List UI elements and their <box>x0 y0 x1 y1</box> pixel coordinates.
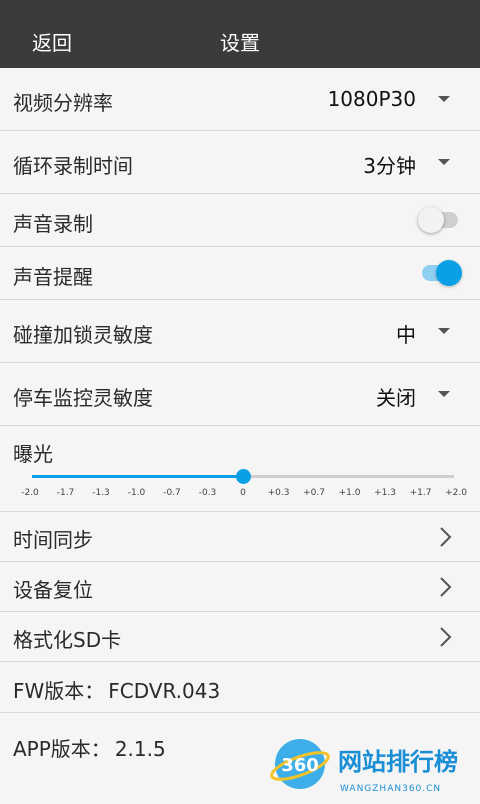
setting-resolution[interactable]: 视频分辨率 1080P30 <box>0 68 480 131</box>
app-version-text: APP版本： 2.1.5 <box>13 733 166 762</box>
dropdown-arrow-icon[interactable] <box>438 96 450 102</box>
setting-label: 声音录制 <box>13 212 93 236</box>
page-title: 设置 <box>220 31 260 55</box>
watermark-number: 360 <box>281 755 319 776</box>
exposure-tick-label: +0.3 <box>267 488 290 498</box>
exposure-tick-label: 0 <box>240 488 246 498</box>
setting-parking-sensitivity[interactable]: 停车监控灵敏度 关闭 <box>0 363 480 426</box>
watermark-graphic: 360 网站排行榜 WANGZHAN360.CN <box>270 739 458 794</box>
app-version-value: 2.1.5 <box>114 737 166 761</box>
setting-format-sd[interactable]: 格式化SD卡 <box>0 612 480 662</box>
setting-collision-sensitivity[interactable]: 碰撞加锁灵敏度 中 <box>0 300 480 363</box>
exposure-tick-label: +0.7 <box>303 488 325 498</box>
setting-label: 碰撞加锁灵敏度 <box>13 323 153 347</box>
toggle-knob <box>418 207 444 233</box>
exposure-tick-label: -0.3 <box>198 488 217 498</box>
exposure-slider-fill <box>32 475 243 478</box>
exposure-slider-thumb[interactable] <box>236 469 251 484</box>
exposure-tick-label: +1.3 <box>374 488 396 498</box>
chevron-right-icon <box>440 627 452 647</box>
exposure-tick-label: -1.3 <box>92 488 110 498</box>
setting-label: 视频分辨率 <box>13 91 113 115</box>
audio-prompt-toggle[interactable] <box>418 260 462 286</box>
exposure-tick-label: -1.7 <box>56 488 75 498</box>
exposure-tick-label: -2.0 <box>21 488 39 498</box>
chevron-right-icon <box>440 577 452 597</box>
resolution-value: 1080P30 <box>327 87 416 111</box>
setting-time-sync[interactable]: 时间同步 <box>0 512 480 562</box>
setting-label: 曝光 <box>13 442 53 466</box>
parking-sensitivity-value: 关闭 <box>376 386 416 410</box>
toggle-knob <box>436 260 462 286</box>
audio-record-toggle[interactable] <box>418 207 462 233</box>
dropdown-arrow-icon[interactable] <box>438 328 450 334</box>
dropdown-arrow-icon[interactable] <box>438 391 450 397</box>
dropdown-arrow-icon[interactable] <box>438 159 450 165</box>
fw-version-text: FW版本： FCDVR.043 <box>13 675 220 704</box>
exposure-tick-label: -0.7 <box>163 488 181 498</box>
fw-version-row: FW版本： FCDVR.043 <box>0 662 480 713</box>
exposure-tick-label: +2.0 <box>445 488 467 498</box>
watermark-brand: 网站排行榜 <box>338 748 458 776</box>
setting-label: 设备复位 <box>13 578 93 602</box>
watermark-logo: 360 网站排行榜 WANGZHAN360.CN <box>270 736 480 800</box>
loop-record-value: 3分钟 <box>363 154 416 178</box>
setting-label: 循环录制时间 <box>13 154 133 178</box>
setting-audio-record: 声音录制 <box>0 194 480 247</box>
setting-label: 格式化SD卡 <box>13 628 122 652</box>
setting-label: 声音提醒 <box>13 265 93 289</box>
setting-label: 停车监控灵敏度 <box>13 386 153 410</box>
setting-device-reset[interactable]: 设备复位 <box>0 562 480 612</box>
setting-label: 时间同步 <box>13 528 93 552</box>
title-bar: 返回 设置 <box>0 0 480 68</box>
setting-audio-prompt: 声音提醒 <box>0 247 480 300</box>
exposure-tick-label: +1.7 <box>409 488 432 498</box>
watermark-url: WANGZHAN360.CN <box>340 784 441 794</box>
app-version-label: APP版本： <box>13 737 111 761</box>
fw-version-value: FCDVR.043 <box>108 679 221 703</box>
setting-loop-record[interactable]: 循环录制时间 3分钟 <box>0 131 480 194</box>
exposure-tick-label: -1.0 <box>127 488 146 498</box>
exposure-tick-label: +1.0 <box>338 488 361 498</box>
fw-version-label: FW版本： <box>13 679 105 703</box>
chevron-right-icon <box>440 527 452 547</box>
collision-sensitivity-value: 中 <box>396 323 416 347</box>
